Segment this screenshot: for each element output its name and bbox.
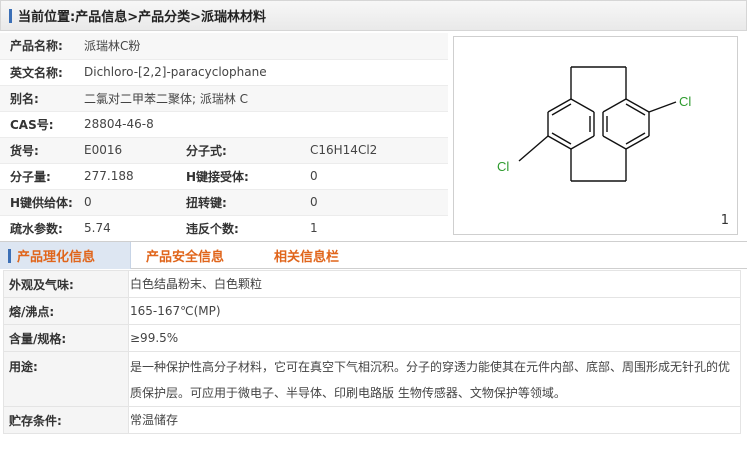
info-value: 0 (304, 163, 448, 190)
info-label: H键供给体: (0, 189, 78, 216)
info-value: 0 (78, 189, 176, 216)
info-value: 28804-46-8 (78, 111, 448, 138)
tab-related-info[interactable]: 相关信息栏 (274, 242, 339, 269)
info-label: 违反个数: (176, 215, 304, 242)
property-label: 熔/沸点: (3, 297, 129, 325)
info-label: 别名: (0, 85, 78, 112)
tab-safety-info[interactable]: 产品安全信息 (146, 242, 224, 269)
tab-marker-icon (8, 248, 11, 263)
property-label: 含量/规格: (3, 324, 129, 352)
info-label: 扭转键: (176, 189, 304, 216)
tab-physical-chemical-info[interactable]: 产品理化信息 (0, 242, 131, 269)
info-row-cas: CAS号: 28804-46-8 (0, 111, 448, 138)
structure-image: Cl Cl 1 (453, 36, 738, 235)
info-value: 5.74 (78, 215, 176, 242)
info-value: 0 (304, 189, 448, 216)
property-row-storage: 贮存条件: 常温储存 (3, 406, 741, 434)
info-label: 疏水参数: (0, 215, 78, 242)
tab-label: 产品理化信息 (17, 250, 96, 265)
tab-bar: 产品理化信息 产品安全信息 相关信息栏 (0, 241, 747, 269)
info-row-english-name: 英文名称: Dichloro-[2,2]-paracyclophane (0, 59, 448, 86)
product-info-table: 产品名称: 派瑞林C粉 英文名称: Dichloro-[2,2]-paracyc… (0, 33, 448, 242)
info-row-weight-acceptor: 分子量: 277.188 H键接受体: 0 (0, 163, 448, 190)
info-value: C16H14Cl2 (304, 137, 448, 164)
physical-properties-table: 外观及气味: 白色结晶粉末、白色颗粒 熔/沸点: 165-167℃(MP) 含量… (3, 270, 741, 434)
molecule-structure-diagram: Cl Cl (497, 66, 691, 182)
property-row-melting-point: 熔/沸点: 165-167℃(MP) (3, 297, 741, 325)
property-label: 用途: (3, 351, 129, 407)
property-label: 外观及气味: (3, 270, 129, 298)
info-value: E0016 (78, 137, 176, 164)
section-marker-icon (9, 8, 12, 23)
info-row-name: 产品名称: 派瑞林C粉 (0, 33, 448, 60)
info-row-donor-rotatable: H键供给体: 0 扭转键: 0 (0, 189, 448, 216)
info-row-item-formula: 货号: E0016 分子式: C16H14Cl2 (0, 137, 448, 164)
property-row-purity: 含量/规格: ≥99.5% (3, 324, 741, 352)
property-row-usage: 用途: 是一种保护性高分子材料，它可在真空下气相沉积。分子的穿透力能使其在元件内… (3, 351, 741, 407)
tab-label: 产品安全信息 (146, 250, 225, 265)
info-value: 派瑞林C粉 (78, 33, 448, 60)
info-label: CAS号: (0, 111, 78, 138)
breadcrumb: 当前位置:产品信息>产品分类>派瑞林材料 (18, 10, 266, 25)
bond-lines (518, 66, 677, 182)
chlorine-atom-label: Cl (679, 94, 691, 109)
property-row-appearance: 外观及气味: 白色结晶粉末、白色颗粒 (3, 270, 741, 298)
info-label: 英文名称: (0, 59, 78, 86)
info-label: H键接受体: (176, 163, 304, 190)
info-label: 货号: (0, 137, 78, 164)
info-value: 1 (304, 215, 448, 242)
info-value: 277.188 (78, 163, 176, 190)
info-row-logp-violations: 疏水参数: 5.74 违反个数: 1 (0, 215, 448, 242)
info-value: 二氯对二甲苯二聚体; 派瑞林 C (78, 85, 448, 112)
breadcrumb-bar: 当前位置:产品信息>产品分类>派瑞林材料 (0, 0, 747, 31)
info-value: Dichloro-[2,2]-paracyclophane (78, 59, 448, 86)
tab-label: 相关信息栏 (274, 250, 340, 265)
info-label: 分子量: (0, 163, 78, 190)
property-value: 165-167℃(MP) (128, 297, 741, 325)
chlorine-atom-label: Cl (497, 159, 509, 174)
property-value: 是一种保护性高分子材料，它可在真空下气相沉积。分子的穿透力能使其在元件内部、底部… (128, 351, 741, 407)
property-value: ≥99.5% (128, 324, 741, 352)
info-label: 产品名称: (0, 33, 78, 60)
structure-page-number[interactable]: 1 (721, 213, 729, 228)
property-value: 常温储存 (128, 406, 741, 434)
property-value: 白色结晶粉末、白色颗粒 (128, 270, 741, 298)
property-label: 贮存条件: (3, 406, 129, 434)
info-row-alias: 别名: 二氯对二甲苯二聚体; 派瑞林 C (0, 85, 448, 112)
info-label: 分子式: (176, 137, 304, 164)
